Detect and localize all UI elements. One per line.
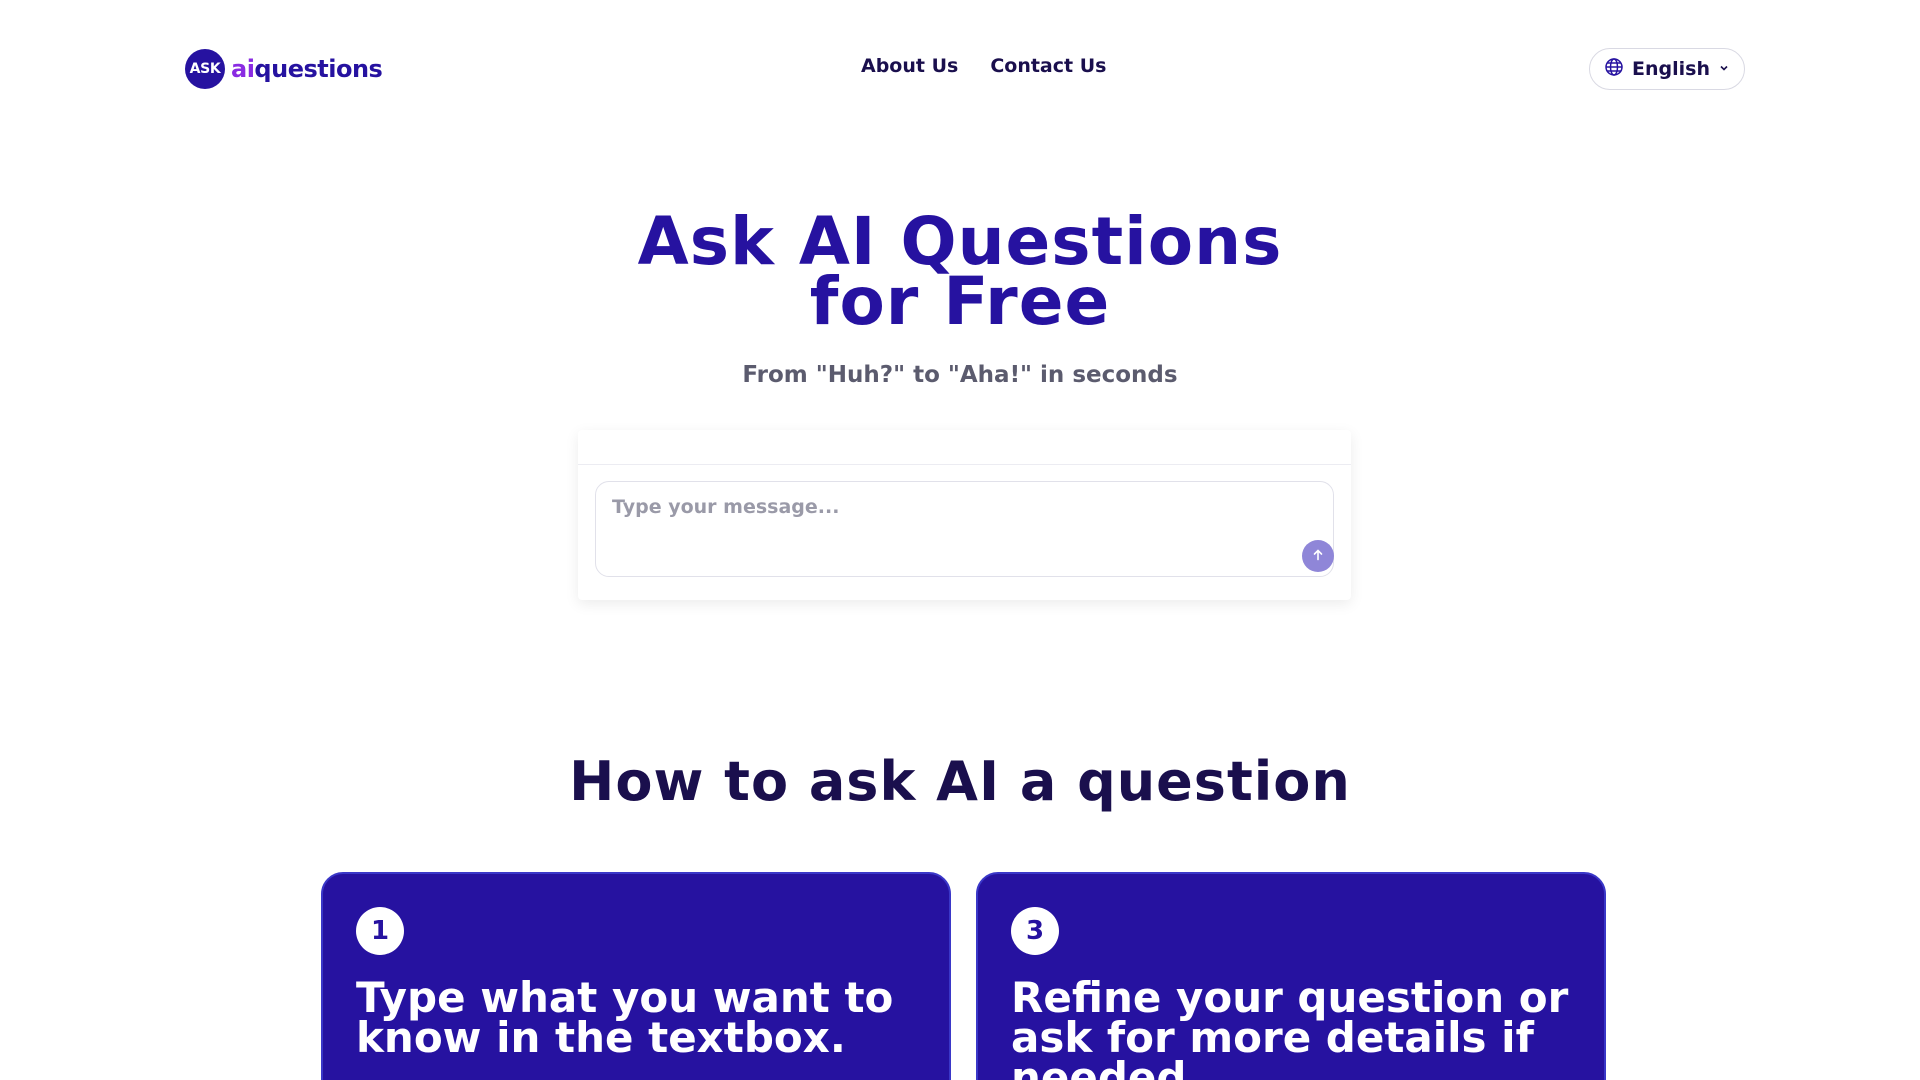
arrow-up-icon [1311, 548, 1325, 565]
howto-title: How to ask AI a question [569, 750, 1351, 813]
step-text: Type what you want to know in the textbo… [356, 973, 894, 1062]
logo-wordmark-questions: questions [254, 55, 383, 83]
step-text: Refine your question or ask for more det… [1011, 973, 1569, 1080]
hero-title-line-2: for Free [809, 263, 1111, 340]
nav-contact-us[interactable]: Contact Us [990, 55, 1106, 77]
site-logo[interactable]: ASK aiquestions [185, 49, 383, 89]
site-header: ASK aiquestions About Us Contact Us Engl… [0, 0, 1920, 140]
chevron-down-icon [1718, 62, 1730, 77]
step-number: 1 [356, 907, 404, 955]
hero-title: Ask AI Questions for Free [0, 209, 1920, 335]
chat-input-box [595, 481, 1334, 577]
hero-subtitle: From "Huh?" to "Aha!" in seconds [742, 362, 1178, 388]
page: ASK aiquestions About Us Contact Us Engl… [0, 0, 1920, 1080]
logo-wordmark-ai: ai [231, 55, 255, 83]
chat-card [578, 430, 1351, 600]
step-card-3: 3 Refine your question or ask for more d… [976, 872, 1606, 1080]
step-card-1: 1 Type what you want to know in the text… [321, 872, 951, 1080]
message-input[interactable] [612, 496, 1292, 556]
logo-badge: ASK [185, 49, 225, 89]
globe-icon [1604, 57, 1624, 81]
nav-about-us[interactable]: About Us [861, 55, 958, 77]
chat-divider [578, 464, 1351, 465]
language-selector[interactable]: English [1589, 48, 1745, 90]
language-label: English [1632, 58, 1710, 80]
main-nav: About Us Contact Us [861, 55, 1106, 77]
logo-wordmark: aiquestions [231, 55, 383, 83]
step-number: 3 [1011, 907, 1059, 955]
send-button[interactable] [1302, 540, 1334, 572]
